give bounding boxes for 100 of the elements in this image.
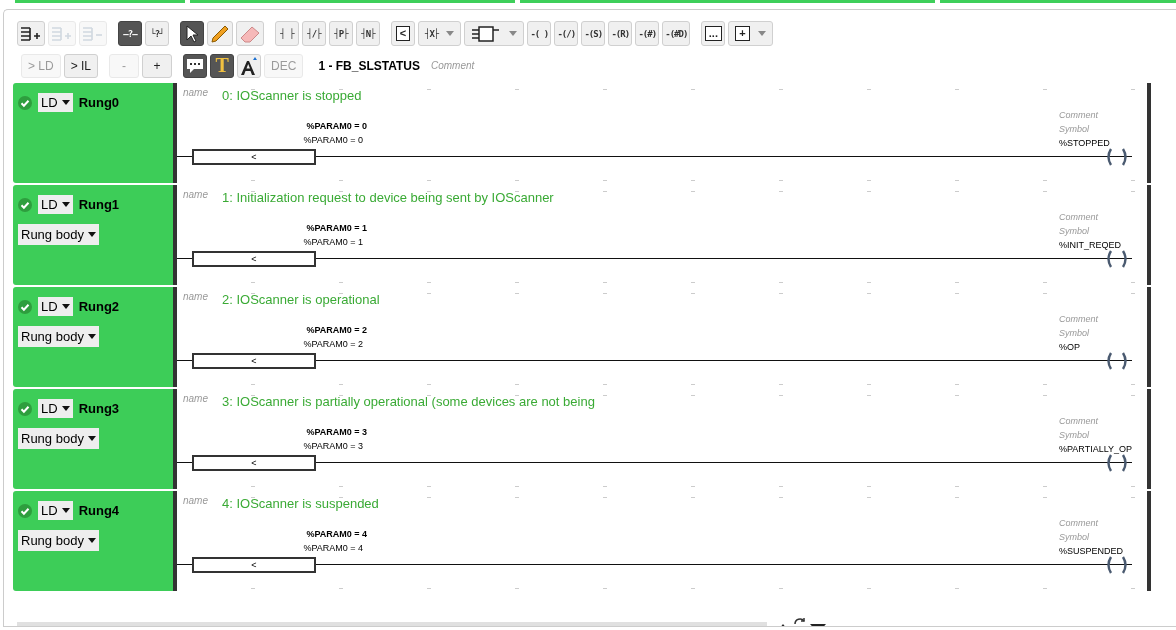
tool-button[interactable]: < bbox=[391, 21, 415, 46]
coil-icon[interactable] bbox=[1104, 555, 1130, 575]
horizontal-scrollbar[interactable] bbox=[17, 622, 767, 626]
caret-icon bbox=[61, 202, 70, 207]
tool-button[interactable]: + bbox=[728, 21, 773, 46]
coil-address: %STOPPED bbox=[1059, 138, 1110, 148]
rung-name: Rung1 bbox=[78, 197, 120, 212]
compare-expression: %PARAM0 = 4 bbox=[302, 543, 363, 553]
coil-icon[interactable] bbox=[1104, 453, 1130, 473]
pencil-icon-button[interactable] bbox=[207, 21, 233, 46]
eraser-icon bbox=[239, 24, 261, 43]
comment-bubble-icon-button[interactable] bbox=[183, 53, 208, 78]
name-label: name bbox=[183, 291, 208, 302]
compare-title: %PARAM0 = 1 bbox=[305, 223, 367, 233]
pencil-icon bbox=[210, 23, 230, 44]
compare-block[interactable]: < bbox=[192, 455, 316, 471]
compare-block[interactable]: < bbox=[192, 251, 316, 267]
rung-comment: 3: IOScanner is partially operational (some devices are not being bbox=[222, 394, 595, 409]
coil-icon[interactable] bbox=[1104, 147, 1130, 167]
language-dropdown[interactable]: LD bbox=[38, 501, 73, 520]
rung-comment: 2: IOScanner is operational bbox=[222, 292, 380, 307]
tool-button[interactable]: -( ) bbox=[527, 21, 552, 46]
compare-expression: %PARAM0 = 2 bbox=[302, 339, 363, 349]
coil-address: %INIT_REQED bbox=[1059, 240, 1121, 250]
coil-address: %SUSPENDED bbox=[1059, 546, 1123, 556]
tool-button[interactable]: -(#D) bbox=[662, 21, 691, 46]
coil-symbol-label: Symbol bbox=[1059, 532, 1089, 542]
tool-button[interactable]: ... bbox=[701, 21, 726, 46]
cursor-icon-button[interactable] bbox=[180, 21, 204, 46]
section-comment: Comment bbox=[430, 60, 475, 71]
compare-expression: %PARAM0 = 3 bbox=[302, 441, 363, 451]
section-dropdown[interactable]: Rung body bbox=[18, 224, 99, 245]
language-dropdown[interactable]: LD bbox=[38, 93, 73, 112]
rung-name: Rung0 bbox=[78, 95, 120, 110]
coil-address: %OP bbox=[1059, 342, 1080, 352]
tool-button[interactable]: + bbox=[142, 53, 173, 78]
tool-button[interactable]: ┤/├ bbox=[302, 21, 326, 46]
caret-icon bbox=[61, 100, 70, 105]
section-title: 1 - FB_SLSTATUS bbox=[318, 58, 420, 73]
check-icon[interactable] bbox=[18, 401, 32, 416]
font-size-icon bbox=[240, 55, 259, 76]
tool-button[interactable]: ┤N├ bbox=[356, 21, 380, 46]
coil-comment: Comment bbox=[1059, 314, 1098, 324]
insert-rung-icon bbox=[51, 25, 73, 42]
caret-icon bbox=[61, 508, 70, 513]
section-dropdown[interactable]: Rung body bbox=[18, 428, 99, 449]
tool-button[interactable]: ┤ ├ bbox=[275, 21, 299, 46]
tool-button[interactable]: -(R) bbox=[608, 21, 633, 46]
compare-block[interactable]: < bbox=[192, 353, 316, 369]
add-rung-icon bbox=[20, 25, 42, 42]
caret-icon bbox=[87, 538, 96, 543]
coil-symbol-label: Symbol bbox=[1059, 430, 1089, 440]
check-icon[interactable] bbox=[18, 95, 32, 110]
function-block-icon bbox=[471, 24, 502, 43]
caret-icon bbox=[446, 31, 455, 36]
rung-comment: 0: IOScanner is stopped bbox=[222, 88, 362, 103]
tool-button[interactable]: -(#) bbox=[635, 21, 660, 46]
coil-icon[interactable] bbox=[1104, 351, 1130, 371]
coil-symbol-label: Symbol bbox=[1059, 226, 1089, 236]
coil-address: %PARTIALLY_OP bbox=[1059, 444, 1133, 454]
name-label: name bbox=[183, 87, 208, 98]
tool-button[interactable]: ┤X├ bbox=[418, 21, 462, 46]
check-icon[interactable] bbox=[18, 503, 32, 518]
cursor-icon bbox=[185, 24, 199, 43]
coil-comment: Comment bbox=[1059, 518, 1098, 528]
compare-title: %PARAM0 = 3 bbox=[305, 427, 367, 437]
caret-icon bbox=[509, 31, 518, 36]
caret-icon bbox=[61, 304, 70, 309]
function-block-icon-button[interactable] bbox=[464, 21, 525, 46]
compare-title: %PARAM0 = 4 bbox=[305, 529, 367, 539]
section-dropdown[interactable]: Rung body bbox=[18, 530, 99, 551]
check-icon[interactable] bbox=[18, 299, 32, 314]
tool-button[interactable]: ┤P├ bbox=[329, 21, 353, 46]
rung-comment: 4: IOScanner is suspended bbox=[222, 496, 379, 511]
rung-name: Rung2 bbox=[78, 299, 120, 314]
add-rung-icon-button[interactable] bbox=[17, 21, 45, 46]
rung-name: Rung3 bbox=[78, 401, 120, 416]
tool-button[interactable]: └?┘ bbox=[145, 21, 169, 46]
language-dropdown[interactable]: LD bbox=[38, 399, 73, 418]
font-size-icon-button[interactable] bbox=[237, 53, 262, 78]
coil-icon[interactable] bbox=[1104, 249, 1130, 269]
name-label: name bbox=[183, 393, 208, 404]
comment-bubble-icon bbox=[186, 57, 205, 74]
language-dropdown[interactable]: LD bbox=[38, 297, 73, 316]
name-label: name bbox=[183, 495, 208, 506]
check-icon[interactable] bbox=[18, 197, 32, 212]
tool-button[interactable]: > IL bbox=[63, 53, 99, 78]
tool-button[interactable]: –?– bbox=[118, 21, 142, 46]
tool-button[interactable]: -(S) bbox=[581, 21, 606, 46]
coil-symbol-label: Symbol bbox=[1059, 124, 1089, 134]
coil-comment: Comment bbox=[1059, 416, 1098, 426]
compare-block[interactable]: < bbox=[192, 557, 316, 573]
coil-symbol-label: Symbol bbox=[1059, 328, 1089, 338]
tool-button[interactable]: T bbox=[210, 53, 235, 78]
rung-comment: 1: Initialization request to device being sent by IOScanner bbox=[222, 190, 554, 205]
section-dropdown[interactable]: Rung body bbox=[18, 326, 99, 347]
tool-button[interactable]: -(/) bbox=[554, 21, 579, 46]
compare-block[interactable]: < bbox=[192, 149, 316, 165]
name-label: name bbox=[183, 189, 208, 200]
language-dropdown[interactable]: LD bbox=[38, 195, 73, 214]
